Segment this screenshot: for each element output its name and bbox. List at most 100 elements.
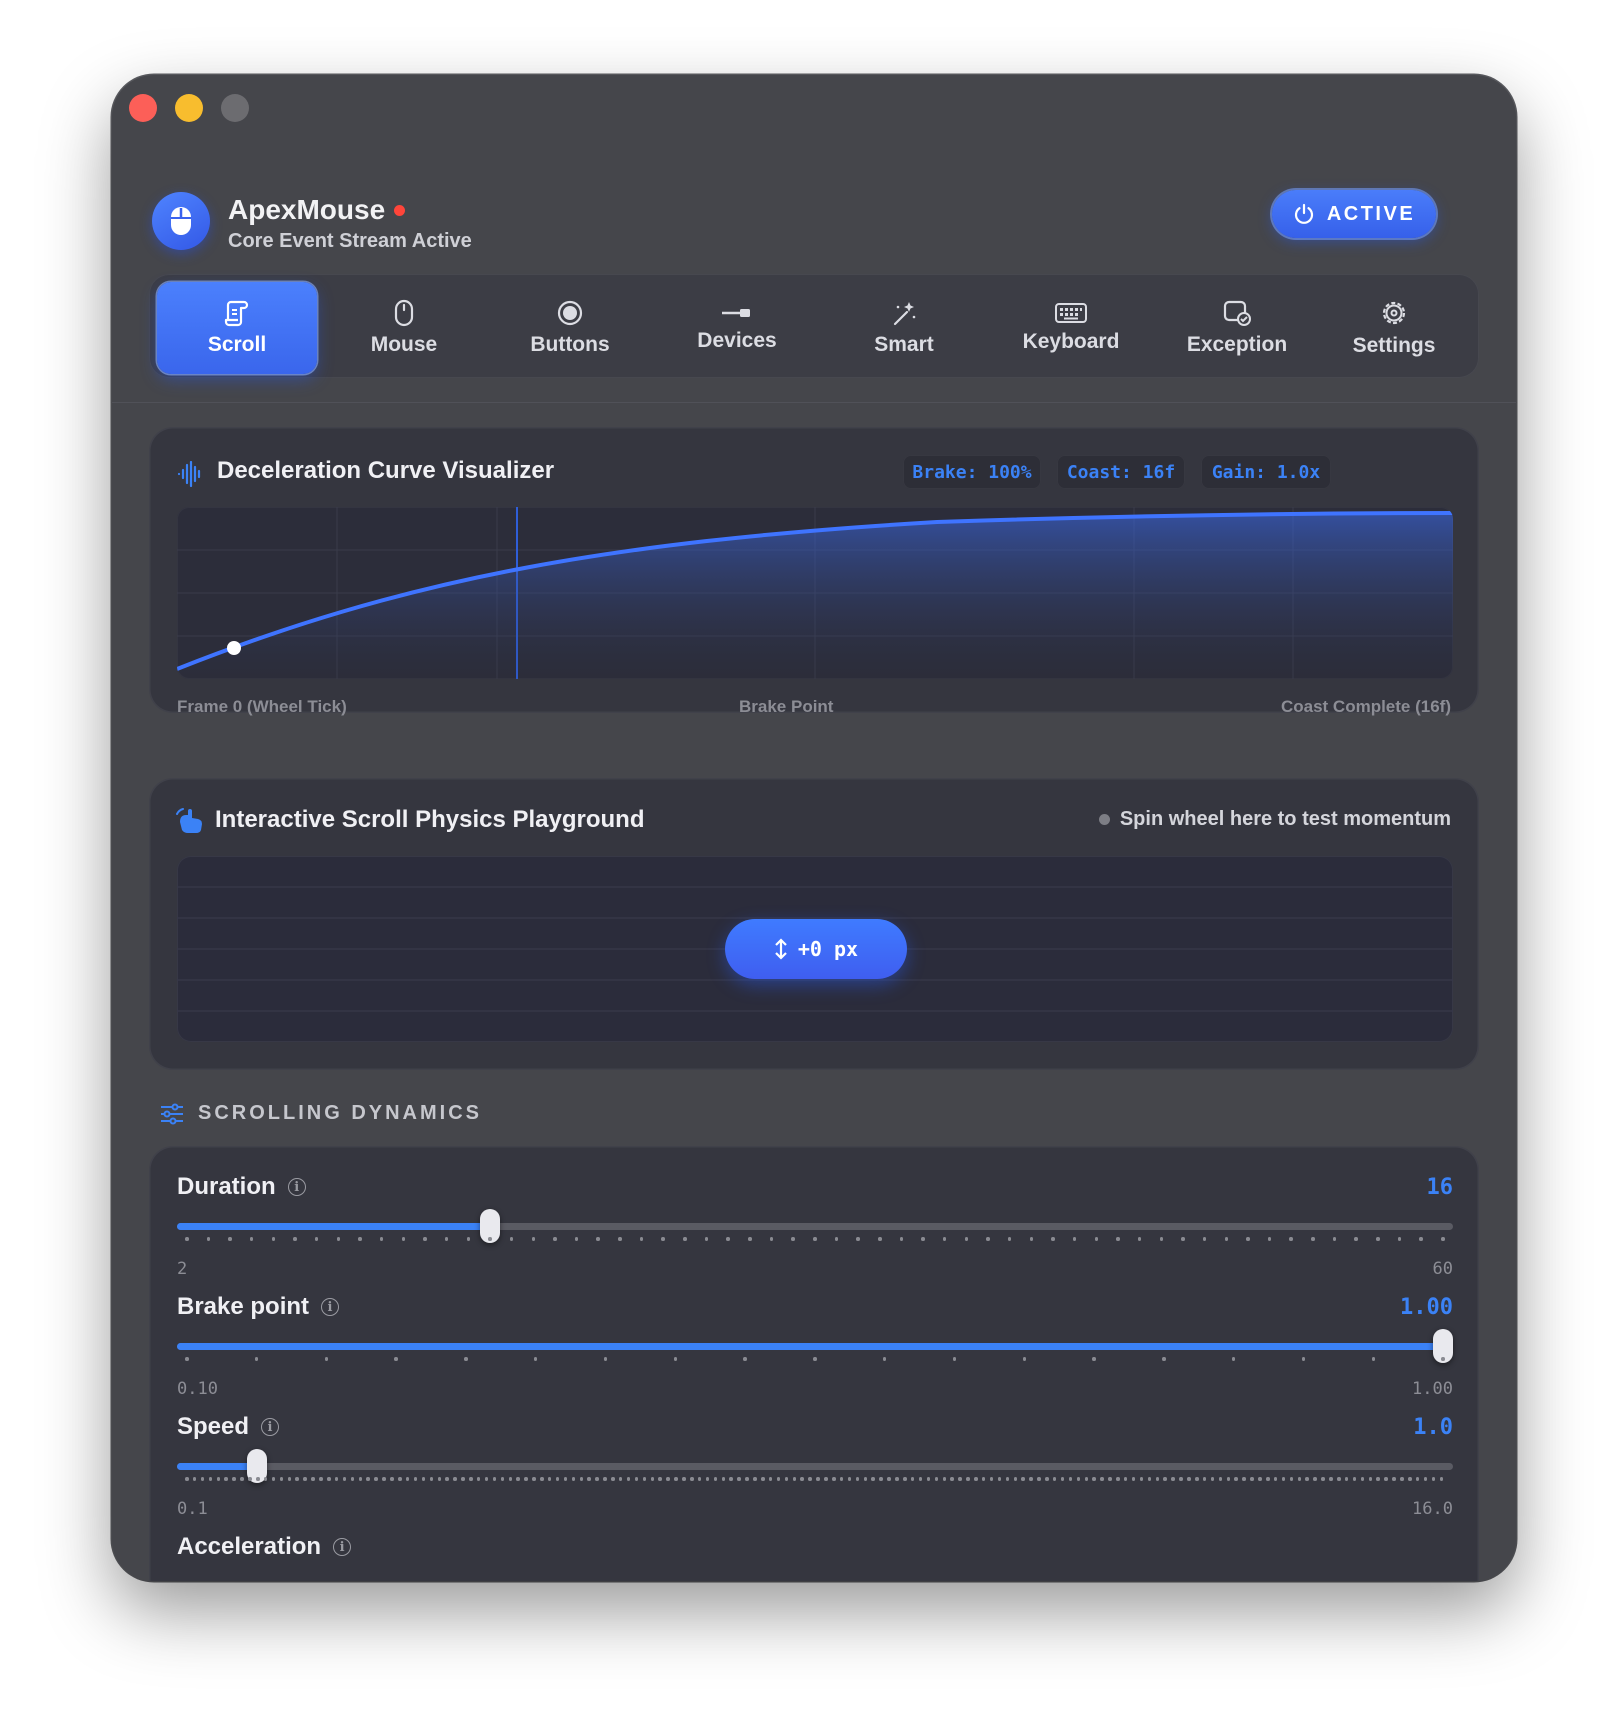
tick-mark <box>950 1477 954 1481</box>
power-icon <box>1294 203 1313 224</box>
tick-mark <box>910 1477 915 1481</box>
speed-label: Speed <box>177 1413 250 1440</box>
tab-label: Mouse <box>370 333 438 356</box>
tick-mark <box>871 1477 875 1481</box>
speed-slider-group: Speed i 1.0 0.1 16.0 <box>177 1413 1453 1531</box>
tick-mark <box>1218 1477 1223 1481</box>
scroll-test-area[interactable]: +0 px <box>177 856 1453 1042</box>
info-icon[interactable]: i <box>333 1538 352 1556</box>
tick-mark <box>768 1477 773 1481</box>
tick-mark <box>1419 1237 1423 1241</box>
tab-smart[interactable]: Smart <box>824 282 984 374</box>
tab-label: Scroll <box>207 333 267 356</box>
duration-min: 2 <box>177 1259 188 1279</box>
tick-mark <box>634 1477 639 1481</box>
tick-mark <box>1181 1237 1185 1241</box>
slider-ticks <box>185 1357 1445 1363</box>
tick-mark <box>1076 1477 1081 1481</box>
tab-settings[interactable]: Settings <box>1314 282 1474 374</box>
tick-mark <box>729 1477 733 1481</box>
tab-buttons[interactable]: Buttons <box>490 282 650 374</box>
tick-mark <box>816 1477 820 1481</box>
tick-mark <box>642 1477 647 1481</box>
keyboard-icon <box>1055 303 1087 323</box>
tick-mark <box>1415 1477 1420 1481</box>
tick-mark <box>808 1477 812 1481</box>
tick-mark <box>303 1477 307 1481</box>
brake-point-min: 0.10 <box>177 1379 218 1399</box>
duration-slider[interactable] <box>177 1209 1453 1243</box>
axis-label-end: Coast Complete (16f) <box>1280 697 1451 716</box>
tick-mark <box>1092 1477 1096 1481</box>
tick-mark <box>748 1237 752 1241</box>
tick-mark <box>461 1477 465 1481</box>
tick-mark <box>336 1237 341 1241</box>
minimize-window-button[interactable] <box>175 94 203 122</box>
tab-label: Settings <box>1352 334 1436 357</box>
tick-mark <box>1052 1477 1057 1481</box>
tab-exception[interactable]: Exception <box>1157 282 1317 374</box>
tab-scroll[interactable]: Scroll <box>157 282 317 374</box>
tick-mark <box>1162 1357 1166 1361</box>
tab-keyboard[interactable]: Keyboard <box>991 282 1151 374</box>
acceleration-label: Acceleration <box>177 1533 322 1560</box>
tick-mark <box>319 1477 323 1481</box>
tick-mark <box>1100 1477 1104 1481</box>
tick-mark <box>271 1477 276 1481</box>
section-title: SCROLLING DYNAMICS <box>198 1102 482 1124</box>
tick-mark <box>374 1477 378 1481</box>
tick-mark <box>1354 1237 1358 1241</box>
tick-mark <box>743 1357 747 1361</box>
tick-mark <box>650 1477 655 1481</box>
tick-mark <box>1084 1477 1089 1481</box>
tick-mark <box>342 1477 347 1481</box>
tab-devices[interactable]: Devices <box>657 282 817 374</box>
speed-min: 0.1 <box>177 1499 208 1519</box>
tick-mark <box>800 1477 804 1481</box>
tick-mark <box>492 1477 497 1481</box>
active-toggle-button[interactable]: ACTIVE <box>1272 190 1436 238</box>
tick-mark <box>1226 1477 1231 1481</box>
tick-mark <box>690 1477 694 1481</box>
tick-mark <box>726 1237 730 1241</box>
tick-mark <box>989 1477 994 1481</box>
tick-mark <box>1423 1477 1428 1481</box>
close-window-button[interactable] <box>129 94 157 122</box>
tick-mark <box>405 1477 410 1481</box>
tick-mark <box>1094 1237 1099 1241</box>
tick-mark <box>571 1477 576 1481</box>
tick-mark <box>721 1477 726 1481</box>
visualizer-title: Deceleration Curve Visualizer <box>217 457 555 484</box>
tick-mark <box>1234 1477 1238 1481</box>
tick-mark <box>531 1237 535 1241</box>
info-icon[interactable]: i <box>261 1418 280 1436</box>
duration-slider-group: Duration i 16 2 60 <box>177 1173 1453 1291</box>
brake-point-max: 1.00 <box>1412 1379 1453 1399</box>
duration-value: 16 <box>1426 1175 1454 1200</box>
tick-mark <box>1224 1237 1228 1241</box>
tick-mark <box>887 1477 891 1481</box>
info-icon[interactable]: i <box>287 1178 306 1196</box>
info-icon[interactable]: i <box>321 1298 340 1316</box>
tick-mark <box>761 1477 765 1481</box>
usb-icon <box>722 309 750 317</box>
tick-mark <box>1195 1477 1199 1481</box>
tick-mark <box>776 1477 781 1481</box>
header-divider <box>112 402 1516 403</box>
zoom-window-button[interactable] <box>221 94 249 122</box>
tick-mark <box>713 1477 718 1481</box>
brake-point-slider[interactable] <box>177 1329 1453 1363</box>
tick-mark <box>855 1477 860 1481</box>
tick-mark <box>1187 1477 1191 1481</box>
tab-mouse[interactable]: Mouse <box>324 282 484 374</box>
tick-mark <box>997 1477 1002 1481</box>
deceleration-curve-chart <box>177 507 1453 679</box>
tick-mark <box>508 1477 513 1481</box>
tick-mark <box>899 1237 904 1241</box>
tick-mark <box>942 1237 947 1241</box>
tick-mark <box>314 1237 319 1241</box>
tick-mark <box>1007 1237 1012 1241</box>
tick-mark <box>1273 1477 1278 1481</box>
tick-mark <box>533 1357 538 1361</box>
speed-slider[interactable] <box>177 1449 1453 1483</box>
